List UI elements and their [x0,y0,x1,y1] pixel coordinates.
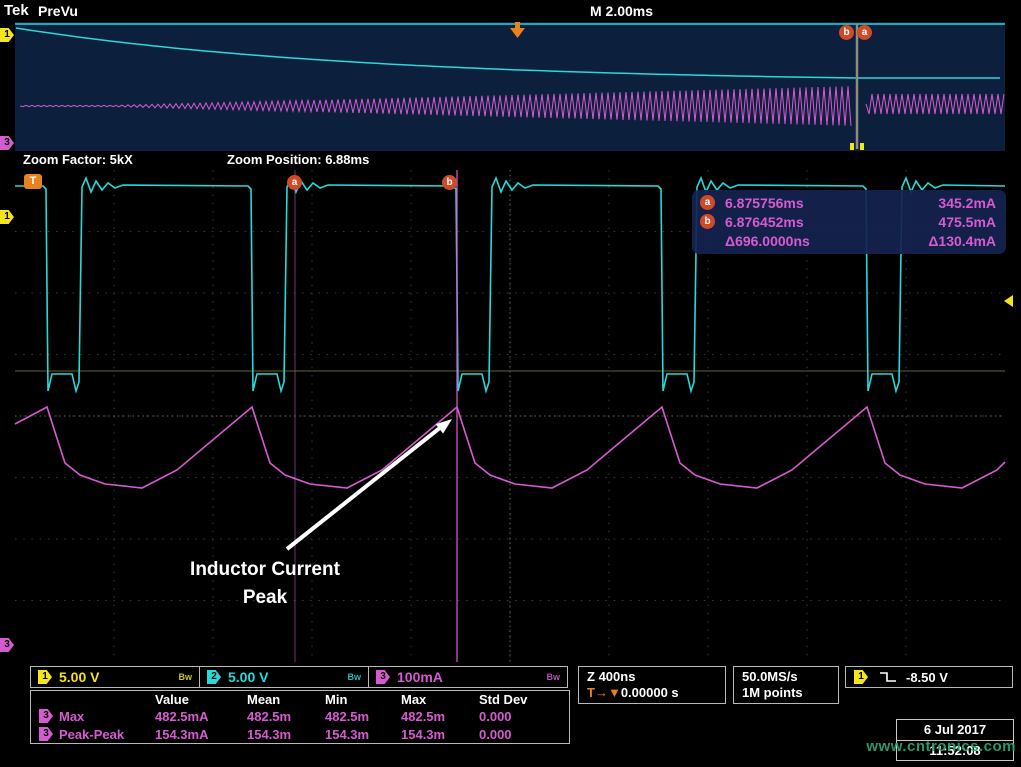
acquisition-box[interactable]: 50.0MS/s 1M points [733,666,839,704]
meas1-min: 482.5m [319,709,395,724]
trigger-source-badge: 1 [854,670,868,684]
trigger-position: 0.00000 s [621,685,679,700]
measurement-row-peakpeak: 3 Peak-Peak 154.3mA 154.3m 154.3m 154.3m… [31,725,569,743]
record-length: 1M points [742,685,830,701]
meas2-min: 154.3m [319,727,395,742]
ch1-bandwidth-icon: Bw [169,672,193,682]
overview-cursor-b-badge[interactable]: b [839,25,854,40]
zoom-scale: 400ns [599,669,636,684]
zoom-info-bar: Zoom Factor: 5kX Zoom Position: 6.88ms [15,151,1005,168]
meas2-value: 154.3mA [149,727,241,742]
channel-scale-strip: 1 5.00 V Bw 2 5.00 V Bw 3 100mA Bw [30,666,567,688]
zoom-icon: Z [587,669,595,684]
annotation-line1: Inductor Current [150,556,380,584]
zoom-position-label: Zoom Position: 6.88ms [227,152,369,167]
trigger-level: -8.50 V [906,670,948,685]
acquisition-status: PreVu [38,3,78,19]
col-min: Min [319,692,395,707]
zoom-scale-box[interactable]: Z 400ns T→▼0.00000 s [578,666,726,704]
top-bar: Tek PreVu M 2.00ms [0,0,1021,20]
watermark-text: www.cntronics.com [826,738,1016,755]
annotation-text: Inductor Current Peak [150,556,380,612]
col-stddev: Std Dev [473,692,567,707]
overview-cursor-a-badge[interactable]: a [857,25,872,40]
meas2-max: 154.3m [395,727,473,742]
cursor-readout-panel: a 6.875756ms 345.2mA b 6.876452ms 475.5m… [692,190,1006,254]
cursor-b-row: b 6.876452ms 475.5mA [700,212,996,231]
zoom-factor-label: Zoom Factor: 5kX [23,152,133,167]
cursor-delta-value: Δ130.4mA [928,233,996,249]
falling-edge-icon [878,670,898,684]
meas1-channel-badge: 3 [39,709,53,723]
ch3-bandwidth-icon: Bw [537,672,561,682]
cursor-a-icon: a [700,195,715,210]
ch3-badge: 3 [376,670,390,684]
ch1-badge: 1 [38,670,52,684]
cursor-a-row: a 6.875756ms 345.2mA [700,193,996,212]
ch3-scale-readout[interactable]: 3 100mA Bw [368,666,568,688]
cursor-a-badge[interactable]: a [287,175,302,190]
meas1-mean: 482.5m [241,709,319,724]
tek-logo: Tek [4,2,29,19]
ch2-bandwidth-icon: Bw [338,672,362,682]
cursor-delta-row: Δ696.0000ns Δ130.4mA [700,231,996,250]
ch2-scale: 5.00 V [228,669,268,685]
sample-rate: 50.0MS/s [742,669,830,685]
meas2-name: Peak-Peak [59,727,124,742]
cursor-b-icon: b [700,214,715,229]
date-readout: 6 Jul 2017 [897,720,1013,740]
trigger-position-badge[interactable]: T [24,174,42,189]
col-max: Max [395,692,473,707]
cursor-delta-time: Δ696.0000ns [725,233,855,249]
col-value: Value [149,692,241,707]
scope-display-canvas [0,0,1021,767]
col-mean: Mean [241,692,319,707]
measurement-table: Value Mean Min Max Std Dev 3 Max 482.5mA… [30,690,570,744]
cursor-b-badge[interactable]: b [442,175,457,190]
annotation-line2: Peak [150,584,380,612]
trigger-readout-box[interactable]: 1 -8.50 V [845,666,1013,688]
trigger-arrow-icon: →▼ [595,685,621,700]
meas1-std: 0.000 [473,709,567,724]
ch2-scale-readout[interactable]: 2 5.00 V Bw [199,666,369,688]
cursor-a-value: 345.2mA [938,195,996,211]
meas1-name: Max [59,709,84,724]
meas2-channel-badge: 3 [39,727,53,741]
measurement-row-max: 3 Max 482.5mA 482.5m 482.5m 482.5m 0.000 [31,707,569,725]
cursor-b-time: 6.876452ms [725,214,855,230]
meas1-value: 482.5mA [149,709,241,724]
meas2-mean: 154.3m [241,727,319,742]
meas1-max: 482.5m [395,709,473,724]
ch3-scale: 100mA [397,669,443,685]
ch1-scale: 5.00 V [59,669,99,685]
timebase-readout[interactable]: M 2.00ms [590,3,653,19]
cursor-a-time: 6.875756ms [725,195,855,211]
ch1-scale-readout[interactable]: 1 5.00 V Bw [30,666,200,688]
measurement-header-row: Value Mean Min Max Std Dev [31,691,569,707]
meas2-std: 0.000 [473,727,567,742]
trigger-t-icon: T [587,685,595,700]
cursor-b-value: 475.5mA [938,214,996,230]
ch2-badge: 2 [207,670,221,684]
